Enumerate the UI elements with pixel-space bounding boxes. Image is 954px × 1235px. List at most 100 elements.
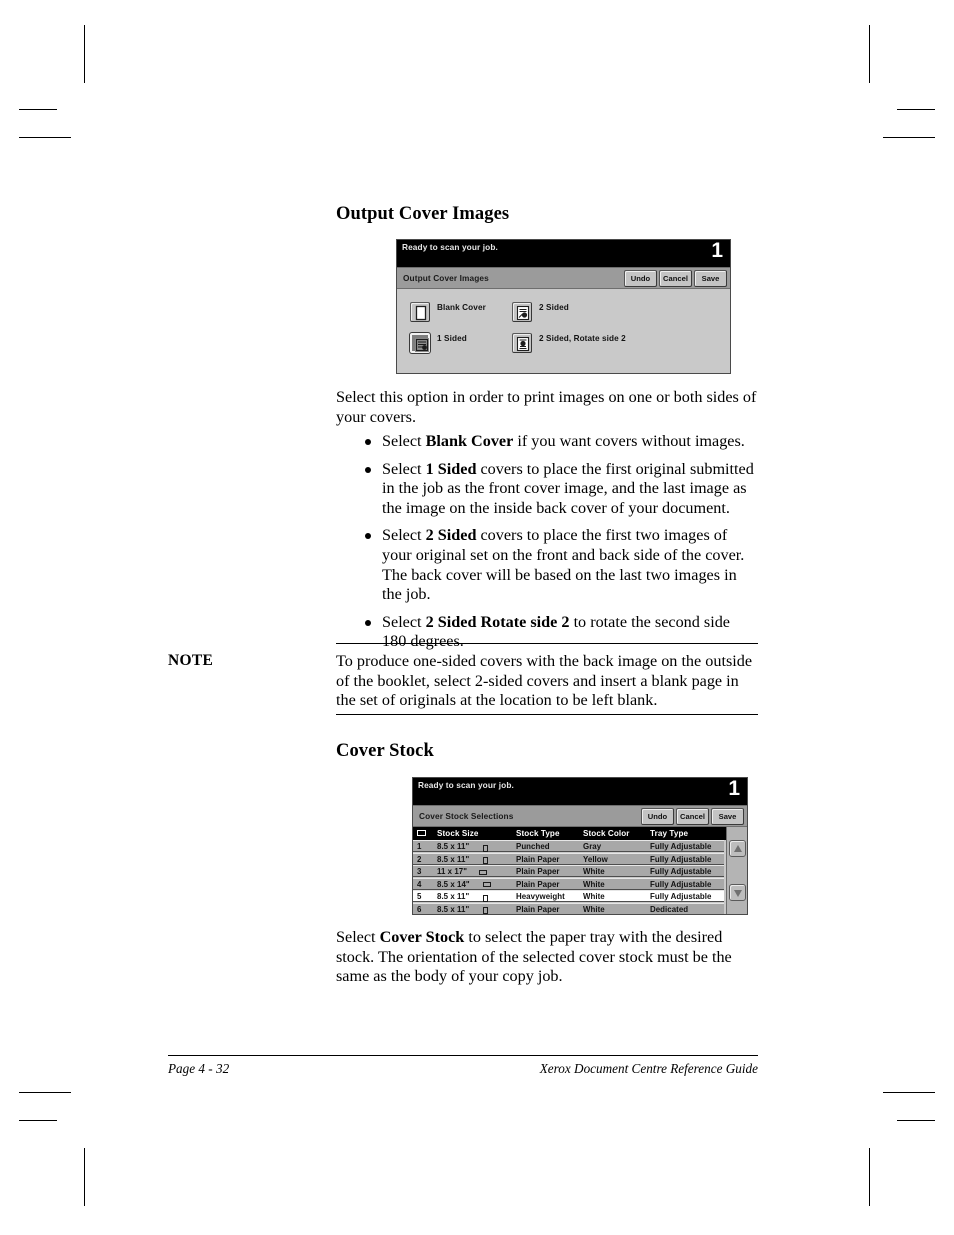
table-header-row: Stock Size Stock Type Stock Color Tray T… [413,827,747,840]
row-tray-number: 3 [417,867,422,876]
list-item: Select 2 Sided Rotate side 2 to rotate t… [336,613,758,652]
note-text: To produce one-sided covers with the bac… [336,652,753,710]
bullet-dot-icon [365,533,371,540]
bullet-bold: 2 Sided Rotate side 2 [425,612,570,631]
row-tray-number: 5 [417,892,422,901]
paper-orientation-portrait-icon [483,844,488,852]
row-stock-color: White [583,892,605,901]
bullet-dot-icon [365,466,371,473]
status-message: Ready to scan your job. [418,780,514,790]
screen-title-bar: Output Cover Images Undo Cancel Save [397,267,730,289]
table-scrollbar[interactable] [726,827,747,914]
list-item: Select 2 Sided covers to place the first… [336,526,758,604]
paper-orientation-portrait-icon [483,894,488,902]
option-1-sided-label: 1 Sided [437,334,467,343]
paper-orientation-portrait-icon [483,907,488,914]
cover-stock-body-prefix: Select [336,928,380,946]
option-2-sided-rotate-label: 2 Sided, Rotate side 2 [539,334,626,343]
row-stock-type: Plain Paper [516,854,560,864]
two-sided-rotate-page-icon[interactable] [512,333,532,353]
row-tray-type: Dedicated [650,904,689,914]
list-item: Select 1 Sided covers to place the first… [336,460,758,519]
cancel-button[interactable]: Cancel [659,270,692,287]
bullet-prefix: Select [382,432,426,450]
row-stock-type: Plain Paper [516,904,560,914]
bullet-prefix: Select [382,526,426,545]
row-stock-type: Punched [516,842,550,851]
row-stock-color: Yellow [583,854,608,864]
screen-status-bar: Ready to scan your job. 1 [397,240,730,267]
paper-orientation-landscape-icon [483,882,491,887]
row-stock-color: White [583,904,605,914]
screen-body: Blank Cover 1 Sided 2 Sided 2 Sided, Rot… [397,289,730,373]
option-1-sided[interactable]: 1 Sided [410,333,467,353]
note-label: NOTE [168,652,214,669]
undo-button[interactable]: Undo [624,270,657,287]
row-stock-type: Heavyweight [516,892,565,901]
status-message: Ready to scan your job. [402,242,498,252]
row-stock-size: 8.5 x 11" [437,892,470,901]
job-number: 1 [728,777,740,800]
table-row[interactable]: 3 11 x 17" Plain Paper White Fully Adjus… [413,865,724,877]
table-row[interactable]: 6 8.5 x 11" Plain Paper White Dedicated [413,902,724,914]
row-stock-color: White [583,867,605,876]
row-tray-type: Fully Adjustable [650,892,712,901]
one-sided-page-icon[interactable] [410,333,430,353]
screen-action-buttons: Undo Cancel Save [624,270,727,287]
note-rule-bottom [336,714,758,715]
row-tray-type: Fully Adjustable [650,867,712,876]
row-stock-color: Gray [583,842,602,851]
screen-status-bar: Ready to scan your job. 1 [413,778,747,805]
row-tray-number: 6 [417,904,422,914]
table-row[interactable]: 1 8.5 x 11" Punched Gray Fully Adjustabl… [413,840,724,852]
scroll-down-arrow[interactable] [729,884,746,901]
table-row[interactable]: 5 8.5 x 11" Heavyweight White Fully Adju… [413,890,724,902]
blank-page-icon[interactable] [410,302,430,322]
bullet-bold: 1 Sided [425,459,477,478]
bullet-bold: 2 Sided [425,526,477,545]
stock-table: Stock Size Stock Type Stock Color Tray T… [413,827,747,914]
save-button[interactable]: Save [694,270,727,287]
undo-button[interactable]: Undo [641,808,674,825]
bullet-bold: Blank Cover [425,432,514,450]
row-tray-number: 1 [417,842,422,851]
bullet-dot-icon [365,439,371,445]
option-2-sided-rotate-side-2[interactable]: 2 Sided, Rotate side 2 [512,333,626,353]
row-stock-type: Plain Paper [516,879,560,889]
bullet-prefix: Select [382,612,426,631]
tray-icon [417,830,426,836]
cover-stock-body: Select Cover Stock to select the paper t… [336,928,758,987]
column-header-stock-size: Stock Size [437,829,479,838]
row-stock-size: 8.5 x 11" [437,842,470,851]
note-rule-top [336,643,758,644]
table-row[interactable]: 2 8.5 x 11" Plain Paper Yellow Fully Adj… [413,852,724,865]
section-heading-cover-stock: Cover Stock [336,741,434,761]
job-number: 1 [711,239,723,262]
output-cover-images-intro: Select this option in order to print ima… [336,388,757,426]
cover-stock-body-bold: Cover Stock [379,928,465,946]
column-header-stock-color: Stock Color [583,829,630,838]
output-cover-images-bullets: Select Blank Cover if you want covers wi… [336,432,758,660]
bullet-suffix: if you want covers without images. [513,432,745,450]
screen-title-bar: Cover Stock Selections Undo Cancel Save [413,805,747,827]
triangle-down-icon [733,890,742,897]
option-2-sided[interactable]: 2 Sided [512,302,569,322]
paper-orientation-landscape-icon [479,869,487,875]
row-stock-size: 8.5 x 11" [437,904,470,914]
screen-title: Output Cover Images [403,273,489,283]
output-cover-images-screen: Ready to scan your job. 1 Output Cover I… [396,239,731,374]
save-button[interactable]: Save [711,808,744,825]
row-stock-size: 8.5 x 14" [437,879,470,889]
cancel-button[interactable]: Cancel [676,808,709,825]
cover-stock-selections-screen: Ready to scan your job. 1 Cover Stock Se… [412,777,748,915]
footer-page-number: Page 4 - 32 [168,1061,230,1076]
option-blank-cover[interactable]: Blank Cover [410,302,486,322]
footer-guide-title: Xerox Document Centre Reference Guide [539,1061,758,1076]
scroll-up-arrow[interactable] [729,840,746,857]
table-row[interactable]: 4 8.5 x 14" Plain Paper White Fully Adju… [413,877,724,890]
row-stock-size: 11 x 17" [437,867,468,876]
bullet-prefix: Select [382,459,426,478]
row-stock-color: White [583,879,605,889]
two-sided-page-icon[interactable] [512,302,532,322]
row-tray-type: Fully Adjustable [650,854,712,864]
